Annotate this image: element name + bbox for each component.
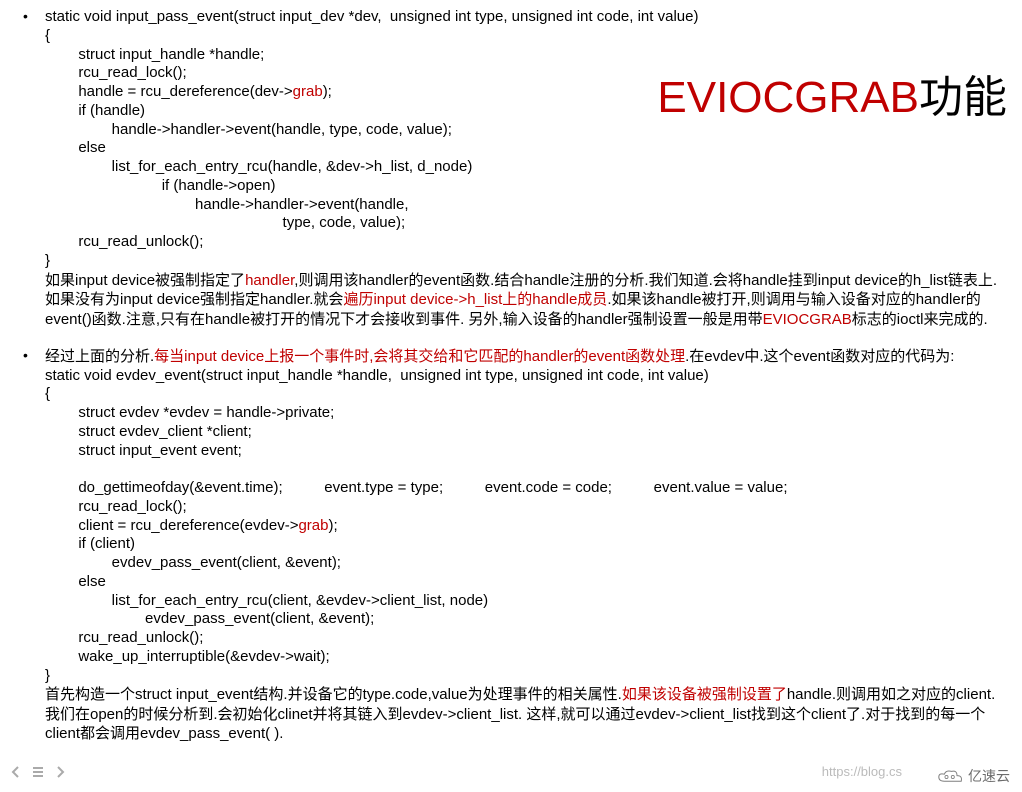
handler-keyword: handler <box>245 272 294 289</box>
cloud-icon <box>936 768 964 786</box>
code2-post: ); if (client) evdev_pass_event(client, … <box>45 517 488 684</box>
code-block-2: static void evdev_event(struct input_han… <box>45 367 1007 686</box>
brand-text: 亿速云 <box>968 768 1010 786</box>
code1-post: ); if (handle) handle->handler->event(ha… <box>45 83 472 269</box>
bullet-1: static void input_pass_event(struct inpu… <box>15 8 1007 329</box>
grab-keyword-1: grab <box>293 83 323 100</box>
brand-logo: 亿速云 <box>936 768 1010 786</box>
bullet-2: 经过上面的分析.每当input device上报一个事件时,会将其交给和它匹配的… <box>15 347 1007 744</box>
explain-1: 如果input device被强制指定了handler,则调用该handler的… <box>45 271 1007 330</box>
code1-pre: static void input_pass_event(struct inpu… <box>45 8 698 100</box>
menu-icon[interactable] <box>30 764 46 786</box>
t: 首先构造一个struct input_event结构.并设备它的type.cod… <box>45 686 622 703</box>
code-block-1: static void input_pass_event(struct inpu… <box>45 8 1007 271</box>
url-watermark: https://blog.cs <box>822 764 902 780</box>
arrow-left-icon[interactable] <box>8 764 24 786</box>
t: 标志的ioctl来完成的. <box>852 311 988 328</box>
t: .在evdev中.这个event函数对应的代码为: <box>685 348 954 365</box>
code2-pre: static void evdev_event(struct input_han… <box>45 367 788 534</box>
event-red: 每当input device上报一个事件时,会将其交给和它匹配的handler的… <box>154 348 685 365</box>
t: 如果input device被强制指定了 <box>45 272 245 289</box>
footer-nav <box>8 764 68 786</box>
arrow-right-icon[interactable] <box>52 764 68 786</box>
grab-keyword-2: grab <box>298 517 328 534</box>
eviocgrab-red: EVIOCGRAB <box>763 311 852 328</box>
explain-2-tail: 首先构造一个struct input_event结构.并设备它的type.cod… <box>45 685 1007 744</box>
force-set-red: 如果该设备被强制设置了 <box>622 686 787 703</box>
explain-2-intro: 经过上面的分析.每当input device上报一个事件时,会将其交给和它匹配的… <box>45 347 1007 367</box>
traverse-red: 遍历input device->h_list上的handle成员 <box>343 291 607 308</box>
t: 经过上面的分析. <box>45 348 154 365</box>
